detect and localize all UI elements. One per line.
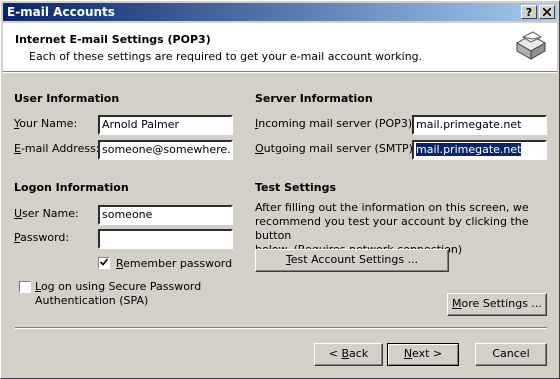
remember-password-label[interactable]: Remember password	[116, 257, 232, 270]
test-account-settings-button[interactable]: Test Account Settings ...	[255, 249, 449, 272]
header-divider	[3, 71, 557, 73]
outgoing-server-label: Outgoing mail server (SMTP):	[255, 142, 417, 155]
back-button[interactable]: < Back	[314, 343, 383, 366]
outgoing-server-field[interactable]: mail.primegate.net	[412, 140, 547, 160]
footer-divider	[15, 327, 547, 329]
logon-info-heading: Logon Information	[14, 181, 129, 194]
spa-checkbox[interactable]	[19, 281, 31, 293]
email-address-field[interactable]: someone@somewhere.com	[98, 140, 233, 160]
user-name-field[interactable]: someone	[98, 205, 233, 225]
password-label: Password:	[14, 231, 70, 244]
email-accounts-dialog: E-mail Accounts ? Internet E-mail Settin…	[0, 0, 560, 379]
checkmark-icon	[99, 258, 109, 266]
incoming-server-label: Incoming mail server (POP3):	[255, 117, 416, 130]
page-subtitle: Each of these settings are required to g…	[29, 50, 423, 63]
user-info-heading: User Information	[14, 92, 120, 105]
password-field[interactable]	[98, 229, 233, 249]
email-address-label: E-mail Address:	[14, 142, 100, 155]
server-info-heading: Server Information	[255, 92, 373, 105]
title-bar[interactable]: E-mail Accounts ?	[3, 3, 557, 21]
more-settings-button[interactable]: More Settings ...	[447, 293, 547, 316]
user-name-label: User Name:	[14, 207, 79, 220]
page-title: Internet E-mail Settings (POP3)	[15, 33, 211, 46]
your-name-label: Your Name:	[14, 117, 78, 130]
next-button[interactable]: Next >	[387, 343, 459, 366]
cancel-button[interactable]: Cancel	[475, 343, 547, 366]
email-settings-icon	[515, 31, 547, 60]
remember-password-checkbox[interactable]	[98, 257, 110, 269]
spa-label[interactable]: Log on using Secure Password Authenticat…	[35, 280, 201, 308]
close-icon	[542, 7, 552, 17]
header-panel: Internet E-mail Settings (POP3) Each of …	[3, 23, 557, 71]
test-settings-heading: Test Settings	[255, 181, 337, 194]
your-name-field[interactable]: Arnold Palmer	[98, 115, 233, 135]
outgoing-server-value: mail.primegate.net	[416, 143, 522, 156]
incoming-server-field[interactable]: mail.primegate.net	[412, 115, 547, 135]
window-title: E-mail Accounts	[7, 5, 115, 19]
help-button[interactable]: ?	[521, 5, 537, 19]
close-button[interactable]	[539, 5, 555, 19]
